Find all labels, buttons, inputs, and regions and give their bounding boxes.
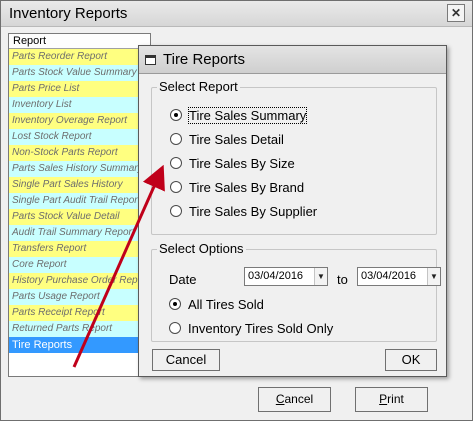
date-from-value: 03/04/2016: [248, 270, 304, 282]
report-option-label: Tire Sales By Supplier: [189, 203, 318, 219]
report-list-item[interactable]: Parts Stock Value Detail: [9, 209, 150, 225]
report-list-item[interactable]: Parts Stock Value Summary: [9, 65, 150, 81]
report-list[interactable]: Report Parts Reorder Report Parts Stock V…: [8, 33, 151, 377]
report-list-item[interactable]: Parts Sales History Summary: [9, 161, 150, 177]
scope-option-label: All Tires Sold: [188, 296, 264, 312]
report-option[interactable]: Tire Sales By Supplier: [170, 202, 317, 220]
radio-button[interactable]: [170, 133, 182, 145]
report-option-label: Tire Sales Summary: [187, 106, 308, 124]
report-list-item[interactable]: Lost Stock Report: [9, 129, 150, 145]
report-option-label: Tire Sales By Size: [189, 155, 295, 171]
radio-button[interactable]: [170, 157, 182, 169]
print-button-label: Print: [379, 392, 404, 406]
select-options-group: Select Options Date 03/04/2016 ▼ to 03/0…: [151, 241, 441, 342]
report-list-item[interactable]: Single Part Sales History: [9, 177, 150, 193]
radio-button[interactable]: [169, 298, 181, 310]
scope-option[interactable]: Inventory Tires Sold Only: [169, 319, 333, 337]
date-to-value: 03/04/2016: [361, 270, 417, 282]
report-list-item[interactable]: Parts Reorder Report: [9, 49, 150, 65]
window-title: Inventory Reports: [9, 5, 128, 22]
report-list-item[interactable]: History Purchase Order Report: [9, 273, 150, 289]
dialog-ok-button[interactable]: OK: [385, 349, 437, 371]
to-label: to: [337, 272, 348, 287]
close-icon[interactable]: ✕: [447, 4, 465, 22]
radio-button[interactable]: [170, 181, 182, 193]
report-option[interactable]: Tire Sales By Size: [170, 154, 295, 172]
report-list-item[interactable]: Parts Receipt Report: [9, 305, 150, 321]
radio-button[interactable]: [169, 322, 181, 334]
radio-button[interactable]: [170, 109, 182, 121]
date-label: Date: [169, 272, 197, 287]
report-list-item[interactable]: Returned Parts Report: [9, 321, 150, 337]
select-report-label: Select Report: [157, 79, 240, 94]
report-list-item[interactable]: Inventory List: [9, 97, 150, 113]
report-list-body: Parts Reorder Report Parts Stock Value Su…: [9, 49, 150, 353]
report-option[interactable]: Tire Sales Detail: [170, 130, 284, 148]
tire-reports-dialog: Tire Reports Select Report Tire Sales Su…: [138, 45, 447, 377]
scope-option-label: Inventory Tires Sold Only: [188, 320, 334, 336]
select-options-label: Select Options: [157, 241, 246, 256]
window-icon: [145, 55, 156, 65]
radio-button[interactable]: [170, 205, 182, 217]
chevron-down-icon[interactable]: ▼: [314, 268, 327, 285]
report-list-item[interactable]: Inventory Overage Report: [9, 113, 150, 129]
report-list-item[interactable]: Audit Trail Summary Report: [9, 225, 150, 241]
report-option[interactable]: Tire Sales Summary: [170, 106, 308, 124]
dialog-titlebar: Tire Reports: [139, 46, 446, 74]
date-to-picker[interactable]: 03/04/2016 ▼: [357, 267, 441, 286]
report-list-item[interactable]: Single Part Audit Trail Report: [9, 193, 150, 209]
report-list-item[interactable]: Tire Reports: [9, 337, 150, 353]
dialog-title: Tire Reports: [163, 51, 245, 68]
dialog-cancel-button[interactable]: Cancel: [152, 349, 220, 371]
window-titlebar: Inventory Reports ✕: [1, 1, 472, 27]
report-list-item[interactable]: Non-Stock Parts Report: [9, 145, 150, 161]
report-list-item[interactable]: Parts Usage Report: [9, 289, 150, 305]
report-list-item[interactable]: Core Report: [9, 257, 150, 273]
report-list-item[interactable]: Transfers Report: [9, 241, 150, 257]
report-list-header[interactable]: Report: [9, 34, 150, 49]
print-button[interactable]: Print: [355, 387, 428, 412]
cancel-button[interactable]: Cancel: [258, 387, 331, 412]
report-list-item[interactable]: Parts Price List: [9, 81, 150, 97]
report-option-label: Tire Sales Detail: [189, 131, 284, 147]
select-report-group: Select Report Tire Sales Summary Tire Sal…: [151, 79, 437, 235]
report-option-label: Tire Sales By Brand: [189, 179, 305, 195]
report-option[interactable]: Tire Sales By Brand: [170, 178, 304, 196]
cancel-button-label: Cancel: [275, 392, 314, 406]
date-from-picker[interactable]: 03/04/2016 ▼: [244, 267, 328, 286]
scope-option[interactable]: All Tires Sold: [169, 295, 264, 313]
chevron-down-icon[interactable]: ▼: [427, 268, 440, 285]
